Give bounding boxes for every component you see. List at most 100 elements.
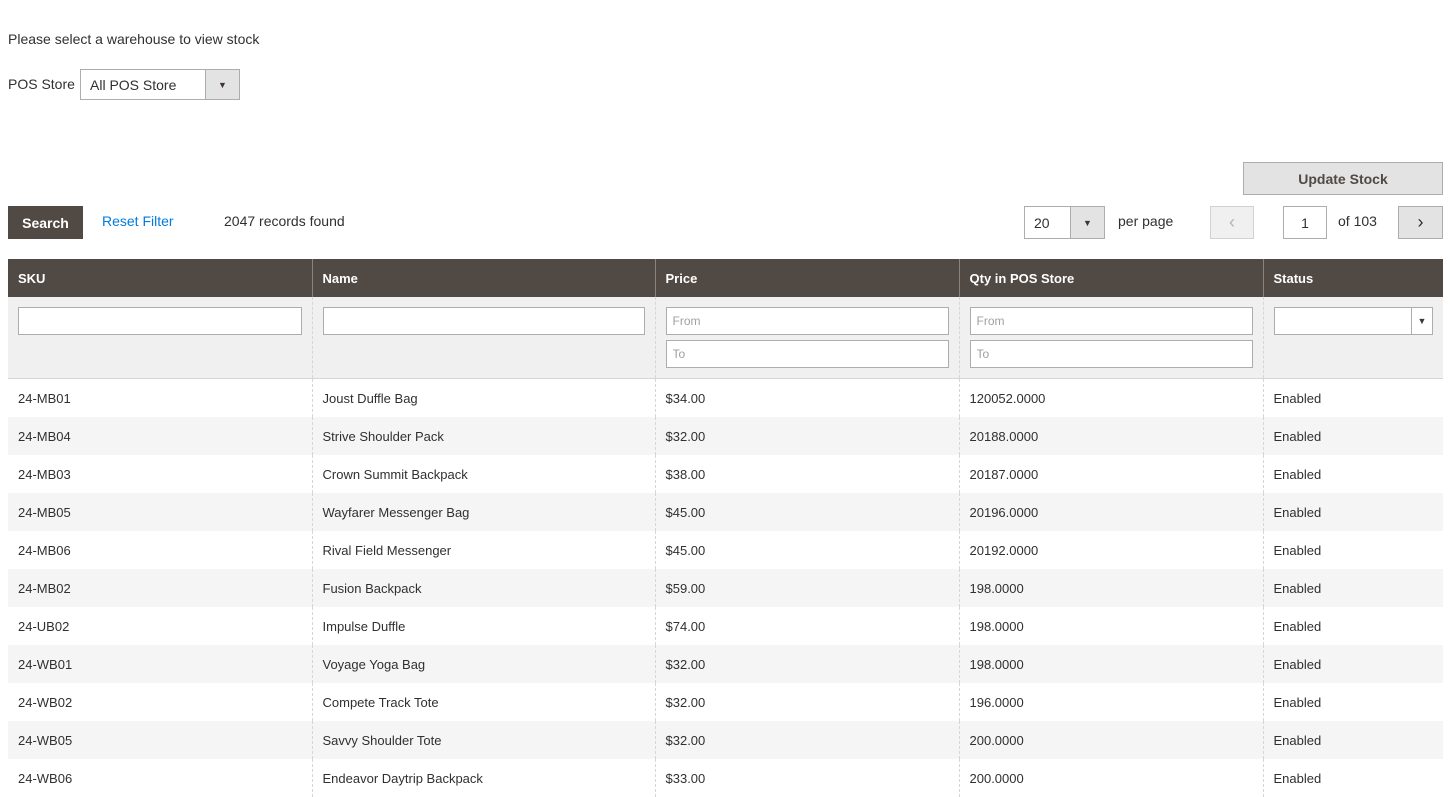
table-row[interactable]: 24-MB03 Crown Summit Backpack $38.00 20187.… [8, 455, 1443, 493]
cell-status: Enabled [1262, 531, 1443, 569]
cell-qty: 196.0000 [958, 683, 1263, 721]
per-page-label: per page [1118, 213, 1174, 229]
cell-sku: 24-MB03 [8, 455, 312, 493]
cell-sku: 24-WB06 [8, 759, 312, 797]
table-row[interactable]: 24-MB06 Rival Field Messenger $45.00 20192.… [8, 531, 1443, 569]
cell-price: $74.00 [654, 607, 959, 645]
table-row[interactable]: 24-MB04 Strive Shoulder Pack $32.00 20188.0… [8, 417, 1443, 455]
table-row[interactable]: 24-WB06 Endeavor Daytrip Backpack $33.00 20… [8, 759, 1443, 797]
cell-status: Enabled [1262, 493, 1443, 531]
cell-price: $38.00 [654, 455, 959, 493]
grid-header-row: SKU Name Price Qty in POS Store Status [8, 259, 1443, 297]
table-row[interactable]: 24-MB01 Joust Duffle Bag $34.00 120052.0000… [8, 378, 1443, 417]
page-total: of 103 [1338, 213, 1377, 229]
cell-qty: 198.0000 [958, 569, 1263, 607]
column-header-sku[interactable]: SKU [8, 259, 312, 297]
price-from-input[interactable] [665, 307, 949, 335]
cell-name: Voyage Yoga Bag [311, 645, 655, 683]
previous-page-button[interactable]: ‹ [1210, 206, 1254, 239]
next-page-button[interactable]: › [1398, 206, 1443, 239]
warehouse-message: Please select a warehouse to view stock [8, 31, 260, 47]
name-filter-input[interactable] [322, 307, 645, 335]
cell-sku: 24-MB06 [8, 531, 312, 569]
name-filter-cell [311, 297, 655, 379]
cell-price: $34.00 [654, 378, 959, 417]
cell-status: Enabled [1262, 759, 1443, 797]
cell-qty: 200.0000 [958, 759, 1263, 797]
cell-name: Fusion Backpack [311, 569, 655, 607]
sku-filter-input[interactable] [18, 307, 302, 335]
update-stock-button[interactable]: Update Stock [1243, 162, 1443, 195]
cell-name: Wayfarer Messenger Bag [311, 493, 655, 531]
cell-name: Savvy Shoulder Tote [311, 721, 655, 759]
sku-filter-cell [8, 297, 312, 379]
qty-to-input[interactable] [969, 340, 1253, 368]
cell-price: $32.00 [654, 683, 959, 721]
cell-name: Joust Duffle Bag [311, 378, 655, 417]
cell-qty: 20188.0000 [958, 417, 1263, 455]
status-filter-cell: ▼ [1262, 297, 1443, 379]
cell-sku: 24-MB04 [8, 417, 312, 455]
cell-status: Enabled [1262, 417, 1443, 455]
cell-sku: 24-MB02 [8, 569, 312, 607]
chevron-left-icon: ‹ [1229, 212, 1235, 232]
cell-status: Enabled [1262, 645, 1443, 683]
table-row[interactable]: 24-WB02 Compete Track Tote $32.00 196.0000 E… [8, 683, 1443, 721]
search-button[interactable]: Search [8, 206, 83, 239]
cell-name: Impulse Duffle [311, 607, 655, 645]
cell-sku: 24-WB02 [8, 683, 312, 721]
cell-price: $32.00 [654, 645, 959, 683]
per-page-select[interactable]: 20 ▼ [1024, 206, 1105, 239]
pos-store-selected-value: All POS Store [90, 76, 177, 93]
chevron-down-icon: ▼ [1411, 308, 1432, 334]
cell-qty: 20196.0000 [958, 493, 1263, 531]
cell-qty: 20187.0000 [958, 455, 1263, 493]
cell-sku: 24-MB01 [8, 378, 312, 417]
pos-store-select[interactable]: All POS Store ▼ [80, 69, 240, 100]
table-row[interactable]: 24-WB05 Savvy Shoulder Tote $32.00 200.0000… [8, 721, 1443, 759]
chevron-down-icon: ▼ [1070, 207, 1104, 238]
status-filter-select[interactable]: ▼ [1273, 307, 1433, 335]
table-row[interactable]: 24-MB05 Wayfarer Messenger Bag $45.00 20196… [8, 493, 1443, 531]
cell-name: Compete Track Tote [311, 683, 655, 721]
table-row[interactable]: 24-UB02 Impulse Duffle $74.00 198.0000 Enabl… [8, 607, 1443, 645]
column-header-status[interactable]: Status [1262, 259, 1443, 297]
stock-grid: SKU Name Price Qty in POS Store Status F… [8, 259, 1443, 797]
cell-price: $45.00 [654, 493, 959, 531]
cell-sku: 24-UB02 [8, 607, 312, 645]
cell-qty: 200.0000 [958, 721, 1263, 759]
cell-status: Enabled [1262, 569, 1443, 607]
cell-status: Enabled [1262, 721, 1443, 759]
cell-qty: 198.0000 [958, 645, 1263, 683]
qty-from-input[interactable] [969, 307, 1253, 335]
cell-sku: 24-WB01 [8, 645, 312, 683]
table-row[interactable]: 24-MB02 Fusion Backpack $59.00 198.0000 Enab… [8, 569, 1443, 607]
cell-sku: 24-WB05 [8, 721, 312, 759]
cell-qty: 20192.0000 [958, 531, 1263, 569]
column-header-qty[interactable]: Qty in POS Store [958, 259, 1263, 297]
cell-qty: 198.0000 [958, 607, 1263, 645]
cell-name: Crown Summit Backpack [311, 455, 655, 493]
table-row[interactable]: 24-WB01 Voyage Yoga Bag $32.00 198.0000 Enab… [8, 645, 1443, 683]
records-found-count: 2047 records found [224, 213, 345, 229]
current-page-input[interactable] [1283, 206, 1327, 239]
cell-price: $59.00 [654, 569, 959, 607]
per-page-value: 20 [1034, 214, 1050, 231]
chevron-down-icon: ▼ [205, 70, 239, 99]
cell-name: Strive Shoulder Pack [311, 417, 655, 455]
pos-store-label: POS Store [8, 76, 75, 92]
price-to-input[interactable] [665, 340, 949, 368]
cell-status: Enabled [1262, 378, 1443, 417]
cell-qty: 120052.0000 [958, 378, 1263, 417]
cell-price: $33.00 [654, 759, 959, 797]
cell-name: Rival Field Messenger [311, 531, 655, 569]
cell-status: Enabled [1262, 455, 1443, 493]
reset-filter-link[interactable]: Reset Filter [102, 213, 174, 229]
cell-price: $32.00 [654, 721, 959, 759]
chevron-right-icon: › [1417, 212, 1424, 232]
cell-status: Enabled [1262, 683, 1443, 721]
column-header-name[interactable]: Name [311, 259, 655, 297]
filter-row: ▼ [8, 297, 1443, 379]
column-header-price[interactable]: Price [654, 259, 959, 297]
price-filter-cell [654, 297, 959, 379]
